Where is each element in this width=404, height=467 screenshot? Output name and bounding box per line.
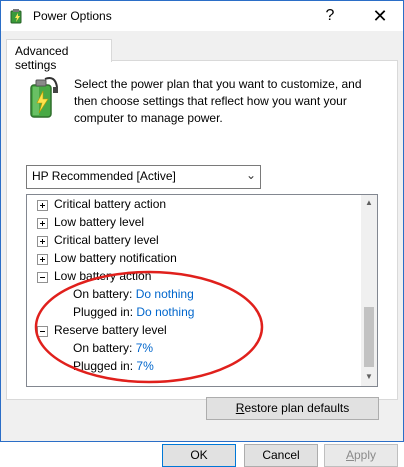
tree-item-low-battery-notification[interactable]: Low battery notification (37, 249, 177, 267)
tree-item-label: Low battery level (54, 215, 145, 229)
settings-tree[interactable]: Critical battery action Low battery leve… (26, 194, 378, 387)
apply-mnemonic: A (345, 448, 354, 462)
window-title: Power Options (33, 9, 112, 23)
tree-item-reserve-battery-level[interactable]: Reserve battery level (37, 321, 167, 339)
setting-row-reserve-on-battery: On battery: 7% (73, 339, 153, 357)
scroll-up-arrow-icon[interactable]: ▲ (365, 198, 373, 207)
scrollbar-thumb[interactable] (364, 307, 374, 367)
dialog-body: Advanced settings Select the power plan … (1, 31, 403, 467)
tree-item-label: Low battery action (54, 269, 152, 283)
tree-item-low-battery-level[interactable]: Low battery level (37, 213, 145, 231)
description-text: Select the power plan that you want to c… (74, 77, 362, 125)
collapse-minus-icon[interactable] (37, 326, 48, 337)
tree-item-low-battery-action[interactable]: Low battery action (37, 267, 152, 285)
power-plan-selected-value: HP Recommended [Active] (32, 169, 176, 183)
tree-scrollbar[interactable]: ▲ ▼ (361, 195, 377, 386)
expand-plus-icon[interactable] (37, 254, 48, 265)
power-options-window: Power Options ? ✕ Advanced settings Sele… (0, 0, 404, 467)
power-options-app-icon (10, 9, 22, 24)
setting-row-low-action-plugged-in: Plugged in: Do nothing (73, 303, 194, 321)
ok-button[interactable]: OK (162, 444, 236, 467)
low-action-plugged-in-value[interactable]: Do nothing (136, 305, 194, 319)
tree-item-critical-battery-level[interactable]: Critical battery level (37, 231, 159, 249)
setting-row-reserve-plugged-in: Plugged in: 7% (73, 357, 154, 375)
plugged-in-label: Plugged in: (73, 305, 134, 319)
cancel-button[interactable]: Cancel (244, 444, 318, 467)
tree-item-label: Reserve battery level (54, 323, 167, 337)
collapse-minus-icon[interactable] (37, 272, 48, 283)
reserve-on-battery-value[interactable]: 7% (136, 341, 153, 355)
on-battery-label: On battery: (73, 341, 133, 355)
restore-plan-defaults-button[interactable]: Restore plan defaults (206, 397, 379, 420)
apply-button[interactable]: Apply (324, 444, 398, 467)
setting-row-low-action-on-battery: On battery: Do nothing (73, 285, 194, 303)
title-bar[interactable]: Power Options ? ✕ (1, 1, 403, 31)
help-button[interactable]: ? (307, 1, 353, 31)
low-action-on-battery-value[interactable]: Do nothing (136, 287, 194, 301)
reserve-plugged-in-value[interactable]: 7% (136, 359, 153, 373)
expand-plus-icon[interactable] (37, 236, 48, 247)
on-battery-label: On battery: (73, 287, 133, 301)
tree-item-label: Critical battery action (54, 197, 167, 211)
expand-plus-icon[interactable] (37, 218, 48, 229)
scroll-down-arrow-icon[interactable]: ▼ (365, 372, 373, 381)
tab-label: Advanced settings (15, 44, 69, 72)
apply-label-rest: pply (354, 448, 377, 462)
chevron-down-icon: ⌄ (245, 168, 256, 182)
tree-item-label: Low battery notification (54, 251, 177, 265)
close-button[interactable]: ✕ (357, 1, 403, 31)
plugged-in-label: Plugged in: (73, 359, 134, 373)
tree-item-label: Critical battery level (54, 233, 159, 247)
tree-item-critical-battery-action[interactable]: Critical battery action (37, 195, 167, 213)
restore-label-rest: estore plan defaults (244, 401, 350, 415)
battery-plan-icon (30, 77, 58, 118)
expand-plus-icon[interactable] (37, 200, 48, 211)
tab-advanced-settings[interactable]: Advanced settings (6, 39, 112, 72)
power-plan-dropdown[interactable]: HP Recommended [Active] ⌄ (26, 165, 261, 189)
